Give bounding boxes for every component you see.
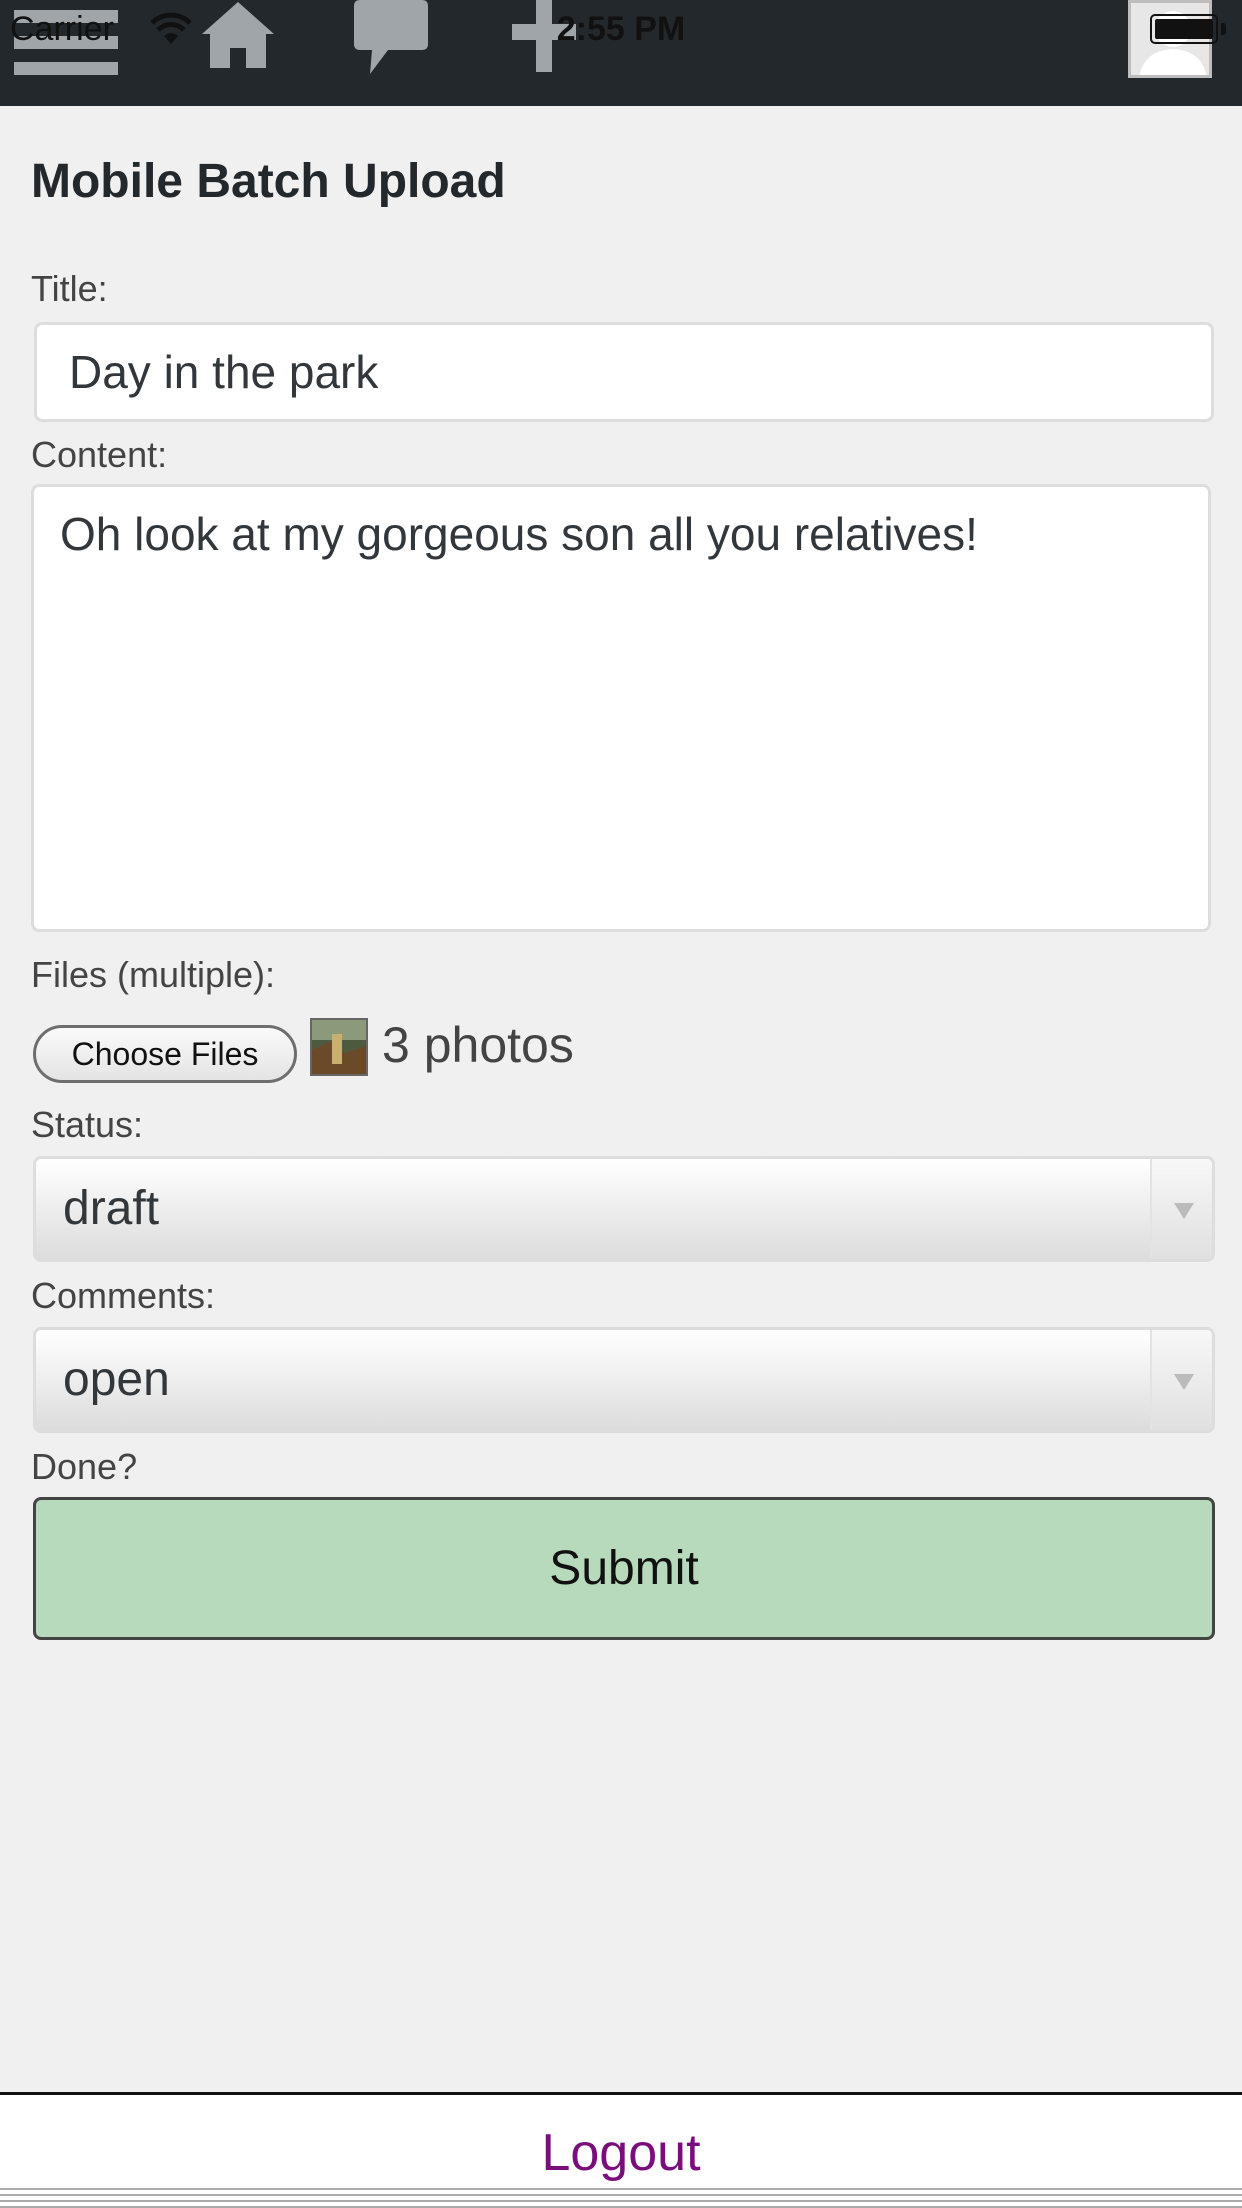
logout-link[interactable]: Logout <box>0 2123 1242 2183</box>
submit-button[interactable]: Submit <box>33 1497 1215 1640</box>
battery-icon <box>1150 14 1226 48</box>
chevron-down-icon <box>1174 1374 1194 1390</box>
footer-divider <box>0 2184 1242 2208</box>
status-select-arrow <box>1150 1159 1212 1259</box>
photo-thumbnail-icon <box>310 1018 368 1076</box>
choose-files-button[interactable]: Choose Files <box>33 1025 297 1083</box>
content-textarea[interactable]: Oh look at my gorgeous son all you relat… <box>31 484 1211 932</box>
title-label: Title: <box>31 268 108 309</box>
footer: Logout <box>0 2092 1242 2208</box>
comments-select-value: open <box>63 1353 170 1406</box>
content-label: Content: <box>31 434 168 475</box>
status-time: 2:55 PM <box>556 10 686 48</box>
files-selected-count: 3 photos <box>382 1017 574 1073</box>
status-label: Status: <box>31 1104 144 1145</box>
admin-bar: Carrier 2:55 PM <box>0 0 1242 106</box>
comments-select-arrow <box>1150 1330 1212 1430</box>
status-select[interactable]: draft <box>33 1156 1215 1262</box>
done-label: Done? <box>31 1446 138 1487</box>
status-select-value: draft <box>63 1182 160 1235</box>
comments-label: Comments: <box>31 1275 216 1316</box>
page-title: Mobile Batch Upload <box>31 155 506 208</box>
title-input[interactable]: Day in the park <box>34 322 1214 422</box>
comments-select[interactable]: open <box>33 1327 1215 1433</box>
chevron-down-icon <box>1174 1203 1194 1219</box>
files-label: Files (multiple): <box>31 954 276 995</box>
